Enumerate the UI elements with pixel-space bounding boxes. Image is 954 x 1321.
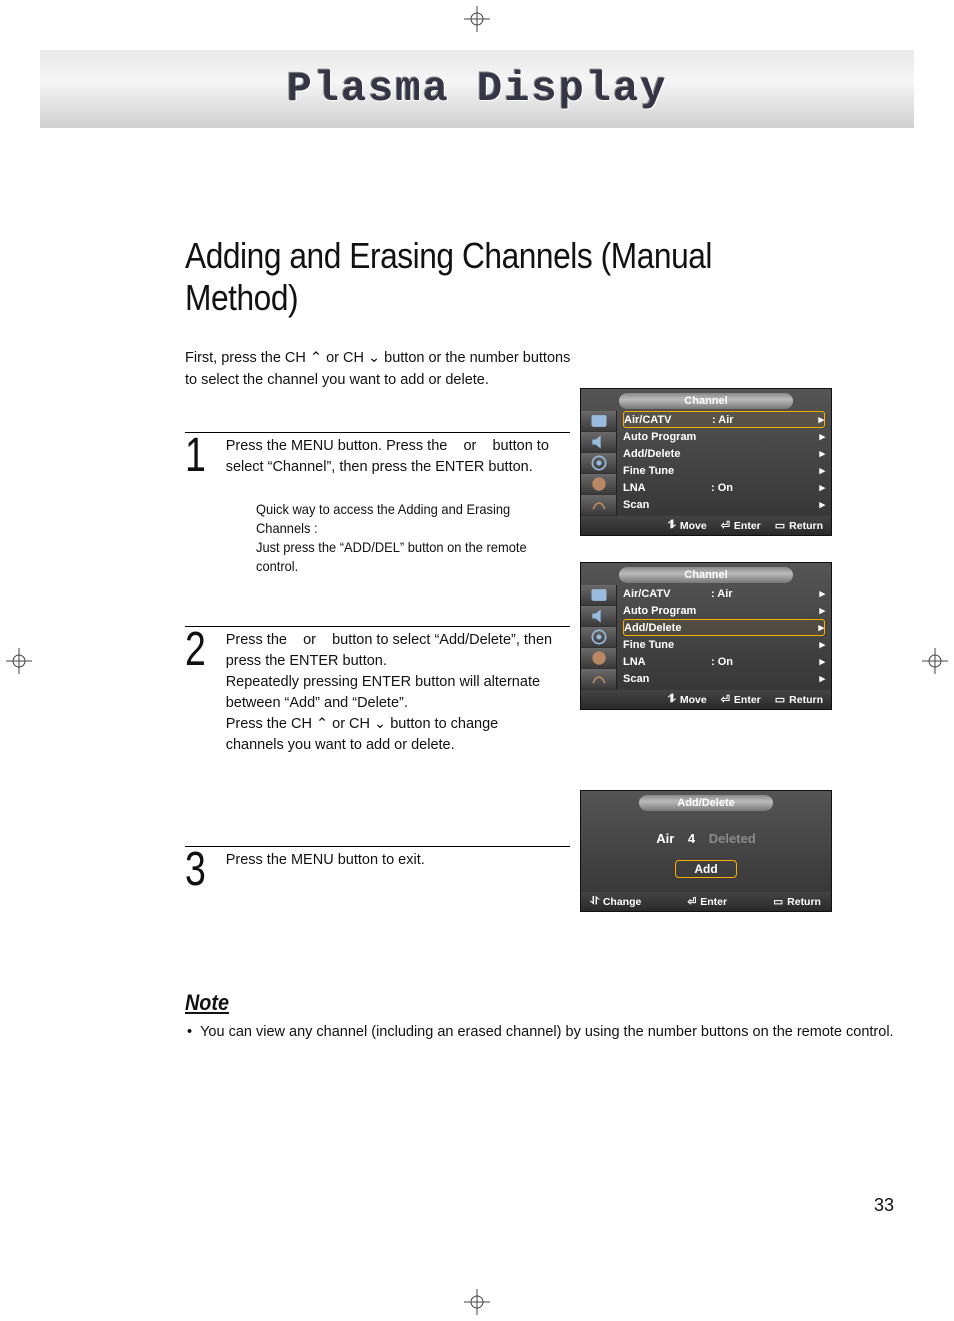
intro-line: First, press the CH ⌃ or CH ⌄ button or … (185, 347, 885, 369)
picture-icon (581, 585, 617, 606)
osd-row: Scan▸ (623, 670, 825, 687)
osd-row: Auto Program▸ (623, 602, 825, 619)
step-number: 3 (185, 850, 206, 891)
page-title: Adding and Erasing Channels (Manual Meth… (185, 235, 801, 319)
osd-row: Fine Tune▸ (623, 636, 825, 653)
page-number: 33 (874, 1195, 894, 1216)
enter-icon: ⏎ (721, 519, 730, 532)
channel-icon (581, 453, 617, 474)
osd-row: Add/Delete▸ (623, 445, 825, 462)
picture-icon (581, 411, 617, 432)
enter-icon: ⏎ (687, 896, 696, 908)
channel-icon (581, 627, 617, 648)
function-icon (581, 669, 617, 690)
return-icon: ▭ (773, 896, 783, 908)
change-icon: ⥯ (591, 895, 599, 908)
registration-mark-icon (464, 6, 490, 32)
registration-mark-icon (464, 1289, 490, 1315)
return-icon: ▭ (775, 519, 785, 532)
note-text: You can view any channel (including an e… (200, 1022, 894, 1042)
add-button: Add (675, 860, 736, 878)
osd-title: Channel (619, 567, 793, 583)
osd-row: LNA: On▸ (623, 653, 825, 670)
step-text: Press the or button to select “Add/Delet… (226, 630, 556, 756)
move-icon: ⥮ (668, 519, 676, 532)
osd-footer: ⥯Change ⏎Enter ▭Return (581, 892, 831, 911)
osd-row: Add/Delete▸ (623, 619, 825, 636)
osd-row: LNA: On▸ (623, 479, 825, 496)
step-hint: Quick way to access the Adding and Erasi… (256, 500, 532, 576)
registration-mark-icon (6, 648, 32, 674)
osd-row: Air/CATV: Air▸ (623, 585, 825, 602)
step-text: Press the MENU button. Press the or butt… (226, 436, 556, 478)
osd-channel-menu-2: Channel Air/CATV: Air▸ Auto Program▸ Add… (580, 562, 832, 710)
note-heading: Note (185, 990, 824, 1016)
osd-row: Auto Program▸ (623, 428, 825, 445)
banner-title: Plasma Display (287, 65, 668, 113)
setup-icon (581, 648, 617, 669)
registration-mark-icon (922, 648, 948, 674)
osd-row: Fine Tune▸ (623, 462, 825, 479)
osd-row: Air/CATV: Air▸ (623, 411, 825, 428)
setup-icon (581, 474, 617, 495)
osd-footer: ⥮Move ⏎Enter ▭Return (581, 516, 831, 535)
header-banner: Plasma Display (40, 50, 914, 128)
channel-status-line: Air 4 Deleted (581, 811, 831, 860)
osd-rows: Air/CATV: Air▸ Auto Program▸ Add/Delete▸… (617, 411, 831, 516)
note-block: Note • You can view any channel (includi… (185, 990, 895, 1042)
intro-text: First, press the CH ⌃ or CH ⌄ button or … (185, 347, 885, 392)
enter-icon: ⏎ (721, 693, 730, 706)
step-text: Press the MENU button to exit. (226, 850, 556, 871)
return-icon: ▭ (775, 693, 785, 706)
function-icon (581, 495, 617, 516)
osd-row: Scan▸ (623, 496, 825, 513)
step-number: 1 (185, 436, 206, 477)
osd-title: Add/Delete (639, 795, 773, 811)
step-number: 2 (185, 630, 206, 671)
move-icon: ⥮ (668, 693, 676, 706)
osd-title: Channel (619, 393, 793, 409)
sound-icon (581, 606, 617, 627)
osd-footer: ⥮Move ⏎Enter ▭Return (581, 690, 831, 709)
osd-channel-menu-1: Channel Air/CATV: Air▸ Auto Program▸ Add… (580, 388, 832, 536)
sound-icon (581, 432, 617, 453)
bullet-icon: • (185, 1022, 192, 1042)
osd-rows: Air/CATV: Air▸ Auto Program▸ Add/Delete▸… (617, 585, 831, 690)
osd-add-delete: Add/Delete Air 4 Deleted Add ⥯Change ⏎En… (580, 790, 832, 912)
